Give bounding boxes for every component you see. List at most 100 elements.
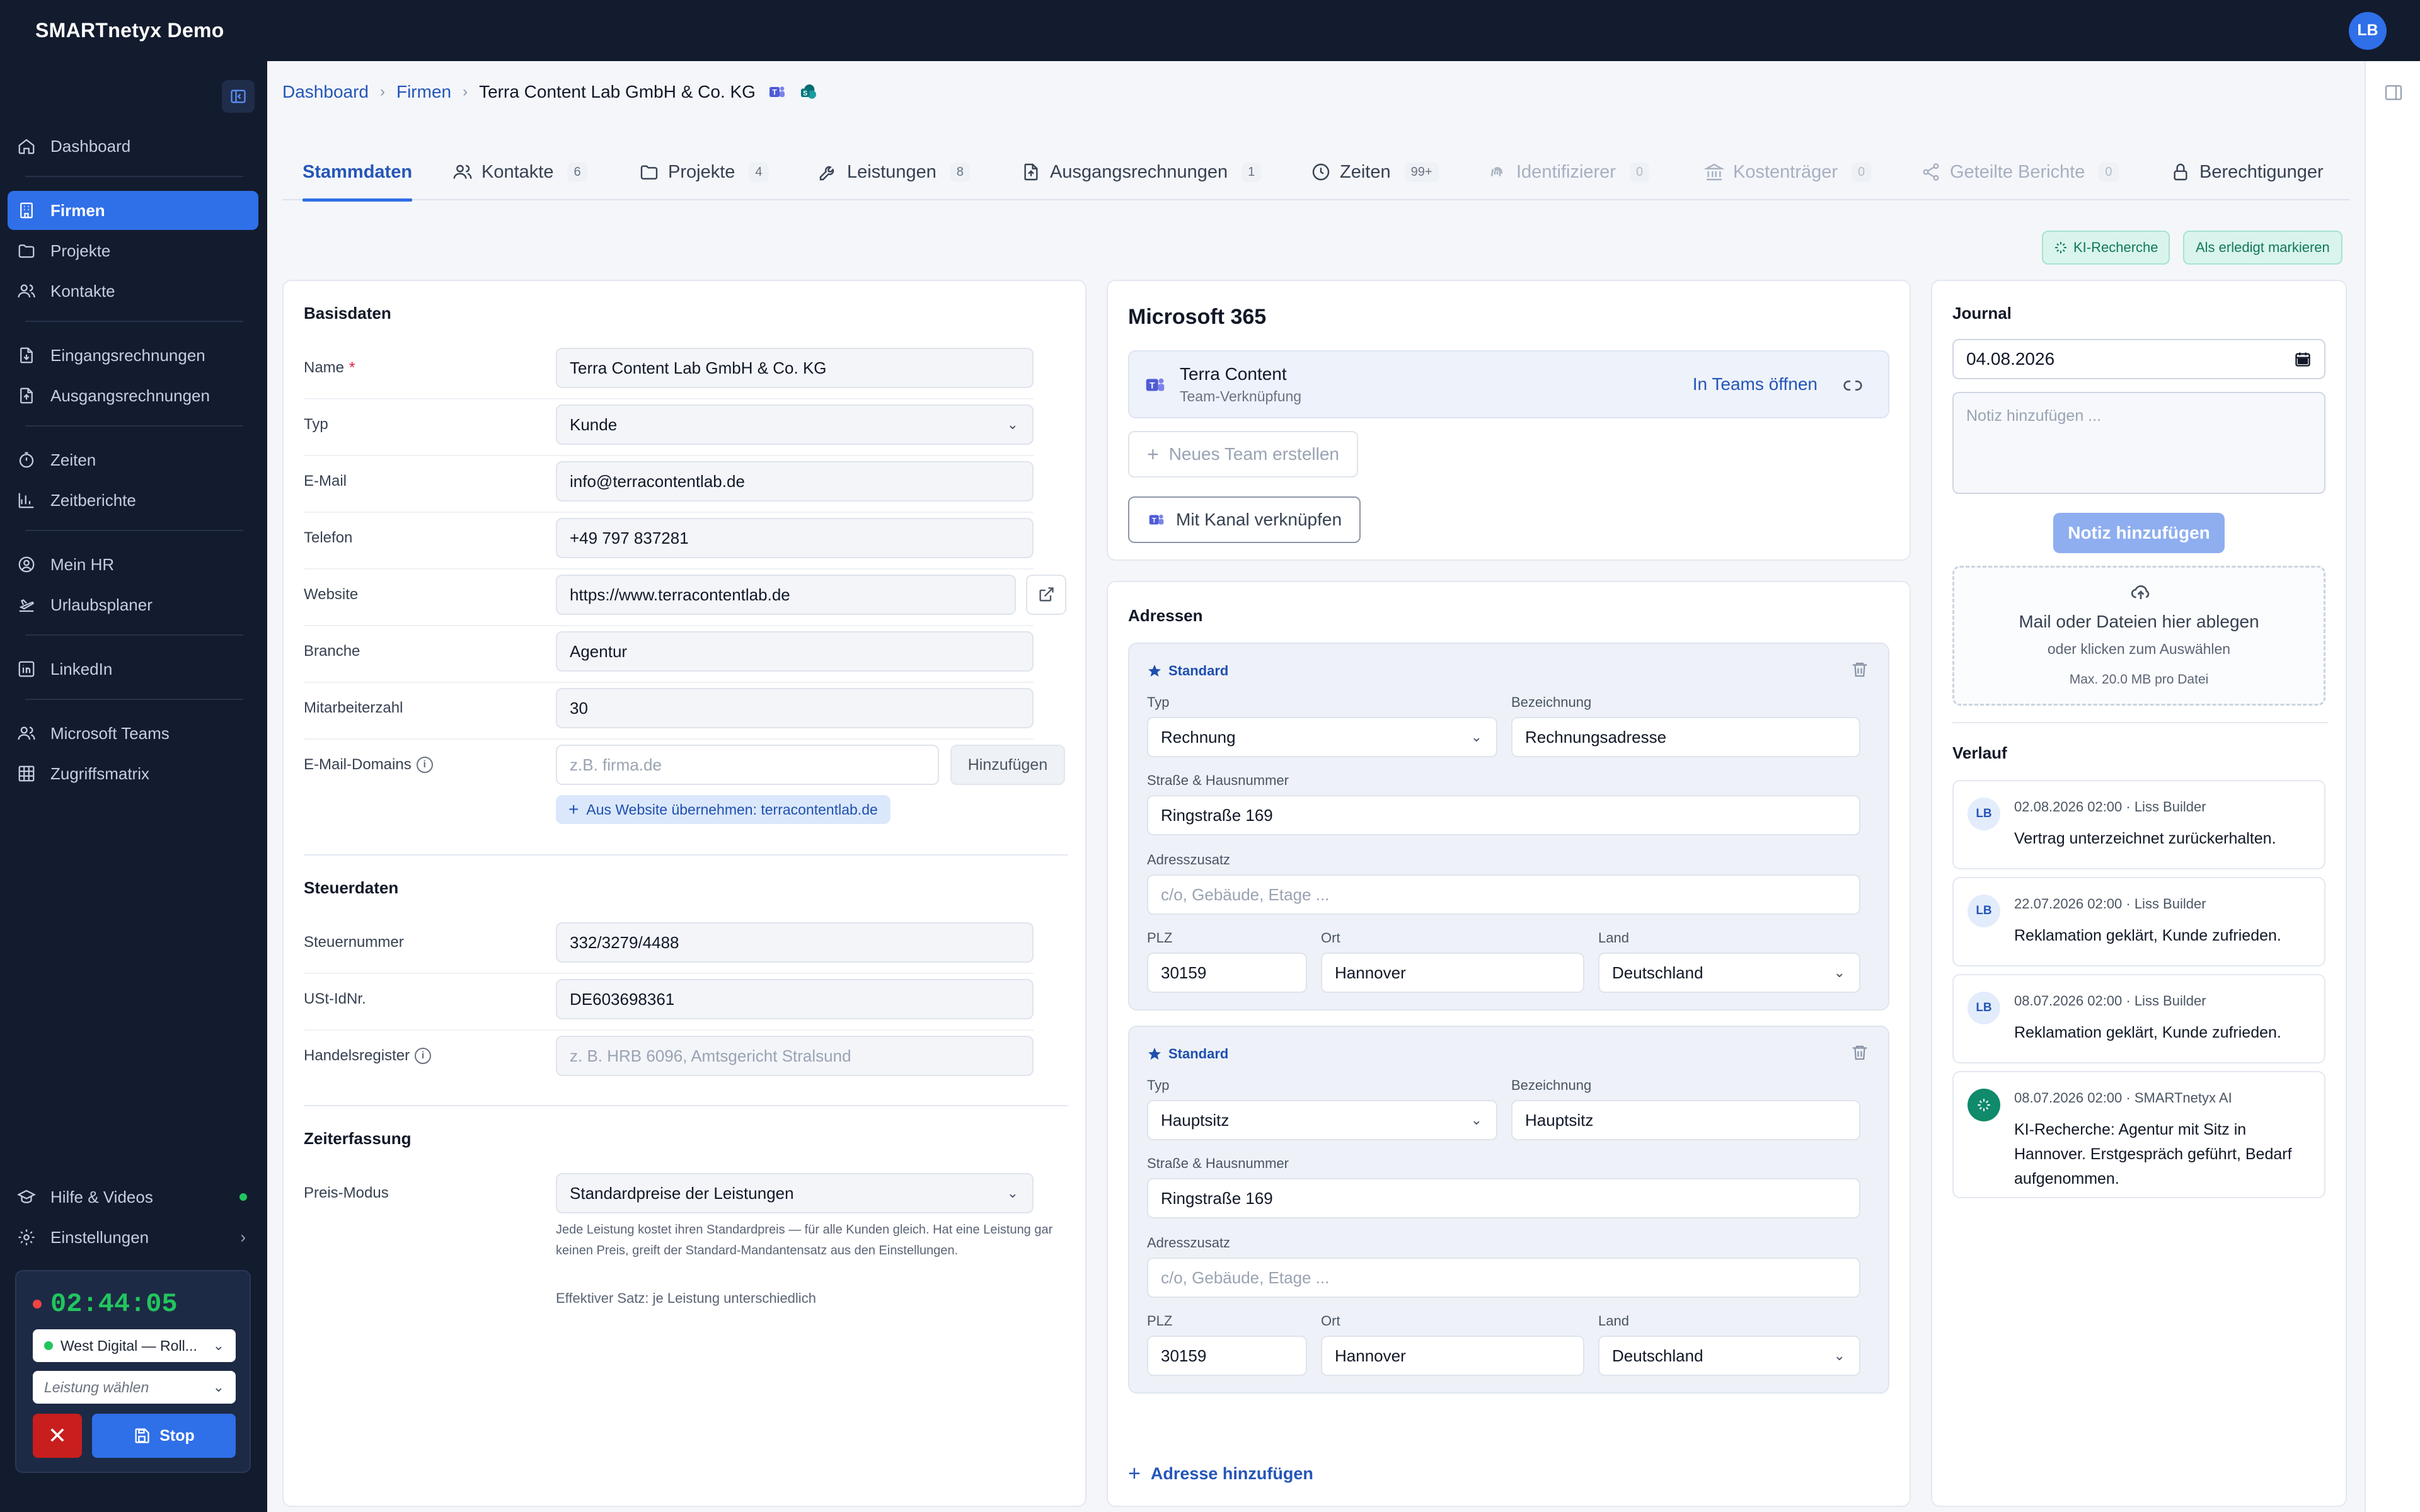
info-icon[interactable]: i: [416, 757, 433, 773]
domains-input[interactable]: z.B. firma.de: [556, 745, 939, 785]
trash-icon[interactable]: [1850, 1043, 1869, 1062]
sidebar-item-eingangsrechnungen[interactable]: Eingangsrechnungen: [8, 336, 258, 375]
chevron-right-icon: ›: [240, 1227, 246, 1247]
add-domain-button[interactable]: Hinzufügen: [950, 745, 1065, 785]
sidebar-divider: [25, 699, 243, 700]
sharepoint-icon[interactable]: S: [798, 82, 819, 102]
link-channel-button[interactable]: T Mit Kanal verknüpfen: [1128, 496, 1361, 543]
open-in-teams-link[interactable]: In Teams öffnen: [1693, 374, 1818, 394]
sidebar-item-ausgangsrechnungen[interactable]: Ausgangsrechnungen: [8, 376, 258, 415]
address-bezeichnung-field[interactable]: Rechnungsadresse: [1511, 717, 1860, 757]
tab-ausgangsrechnungen[interactable]: Ausgangsrechnungen 1: [1021, 144, 1262, 200]
file-out-icon: [1024, 163, 1038, 181]
row-divider: [304, 625, 1034, 626]
trash-icon[interactable]: [1850, 660, 1869, 679]
info-icon[interactable]: i: [415, 1048, 432, 1064]
tab-kontakte[interactable]: Kontakte 6: [452, 144, 587, 200]
mark-done-button[interactable]: Als erledigt markieren: [2183, 231, 2342, 265]
address-bez-label: Bezeichnung: [1511, 694, 1592, 710]
tab-leistungen[interactable]: Leistungen 8: [818, 144, 971, 200]
sidebar-item-kontakte[interactable]: Kontakte: [8, 272, 258, 311]
timer-project-label: West Digital — Roll...: [60, 1337, 197, 1354]
branche-field[interactable]: Agentur: [556, 631, 1034, 672]
address-typ-select[interactable]: Rechnung ⌄: [1147, 717, 1497, 757]
address-block-1: Standard Typ Rechnung ⌄ Bezeichnung Rechn…: [1128, 643, 1889, 1011]
journal-date-input[interactable]: 04.08.2026: [1952, 339, 2325, 379]
chevron-down-icon: ⌄: [1470, 729, 1482, 745]
panel-toggle-icon[interactable]: [2383, 83, 2404, 103]
address-land-select[interactable]: Deutschland ⌄: [1598, 1336, 1860, 1376]
address-ort-field[interactable]: Hannover: [1321, 1336, 1584, 1376]
sidebar-item-zeitberichte[interactable]: Zeitberichte: [8, 481, 258, 520]
timer-stop-button[interactable]: Stop: [92, 1414, 236, 1458]
file-dropzone[interactable]: Mail oder Dateien hier ablegen oder klic…: [1952, 566, 2325, 706]
link-channel-label: Mit Kanal verknüpfen: [1176, 510, 1342, 529]
telefon-field[interactable]: +49 797 837281: [556, 518, 1034, 558]
sidebar-item-urlaubsplaner[interactable]: Urlaubsplaner: [8, 585, 258, 624]
sidebar-item-mein-hr[interactable]: Mein HR: [8, 545, 258, 584]
mitarbeiter-field[interactable]: 30: [556, 688, 1034, 728]
typ-select[interactable]: Kunde ⌄: [556, 404, 1034, 445]
name-label-text: Name: [304, 359, 345, 376]
ki-research-button[interactable]: KI-Recherche: [2042, 231, 2170, 265]
standard-badge[interactable]: Standard: [1147, 1046, 1228, 1062]
address-plz-field[interactable]: 30159: [1147, 953, 1307, 993]
tab-berechtigungen[interactable]: Berechtigunger: [2170, 144, 2324, 200]
sidebar-item-linkedin[interactable]: LinkedIn: [8, 650, 258, 689]
breadcrumb-dashboard[interactable]: Dashboard: [282, 82, 369, 102]
sidebar-item-einstellungen[interactable]: Einstellungen ›: [8, 1218, 258, 1257]
sidebar-item-zeiten[interactable]: Zeiten: [8, 440, 258, 479]
add-note-button[interactable]: Notiz hinzufügen: [2053, 513, 2225, 553]
email-field[interactable]: info@terracontentlab.de: [556, 461, 1034, 501]
sidebar-item-firmen[interactable]: Firmen: [8, 191, 258, 230]
timer-icon: [19, 452, 34, 468]
standard-badge[interactable]: Standard: [1147, 663, 1228, 679]
sidebar-collapse-button[interactable]: [222, 80, 255, 113]
tab-projekte[interactable]: Projekte 4: [639, 144, 769, 200]
svg-text:T: T: [772, 88, 777, 97]
tab-zeiten[interactable]: Zeiten 99+: [1311, 144, 1439, 200]
address-ort-field[interactable]: Hannover: [1321, 953, 1584, 993]
tab-count: 6: [567, 162, 587, 182]
section-title-journal: Journal: [1952, 304, 2012, 323]
sidebar-item-dashboard[interactable]: Dashboard: [8, 127, 258, 166]
teams-icon[interactable]: T: [767, 82, 787, 102]
steuernummer-label: Steuernummer: [304, 934, 404, 951]
address-street-field[interactable]: Ringstraße 169: [1147, 795, 1860, 835]
breadcrumb-firmen[interactable]: Firmen: [396, 82, 451, 102]
sidebar-divider: [25, 321, 243, 322]
add-address-button[interactable]: + Adresse hinzufügen: [1128, 1462, 1313, 1486]
timer-service-select[interactable]: Leistung wählen ⌄: [33, 1371, 236, 1404]
steuernummer-field[interactable]: 332/3279/4488: [556, 922, 1034, 963]
address-street-field[interactable]: Ringstraße 169: [1147, 1178, 1860, 1218]
unlink-icon[interactable]: [1843, 375, 1863, 396]
sidebar-item-zugriffsmatrix[interactable]: Zugriffsmatrix: [8, 754, 258, 793]
plus-icon: +: [1128, 1462, 1141, 1486]
timer-project-select[interactable]: West Digital — Roll... ⌄: [33, 1329, 236, 1362]
address-typ-select[interactable]: Hauptsitz ⌄: [1147, 1100, 1497, 1140]
address-bezeichnung-field[interactable]: Hauptsitz: [1511, 1100, 1860, 1140]
timer-discard-button[interactable]: ✕: [33, 1414, 82, 1458]
close-icon: ✕: [47, 1423, 67, 1448]
name-field[interactable]: Terra Content Lab GmbH & Co. KG: [556, 348, 1034, 388]
take-from-website-button[interactable]: + Aus Website übernehmen: terracontentla…: [556, 795, 890, 824]
address-plz-field[interactable]: 30159: [1147, 1336, 1307, 1376]
website-field[interactable]: https://www.terracontentlab.de: [556, 575, 1016, 615]
address-zusatz-field[interactable]: c/o, Gebäude, Etage ...: [1147, 874, 1860, 915]
handelsregister-field[interactable]: z. B. HRB 6096, Amtsgericht Stralsund: [556, 1036, 1034, 1076]
journal-note-input[interactable]: Notiz hinzufügen ...: [1952, 392, 2325, 494]
preis-modus-select[interactable]: Standardpreise der Leistungen ⌄: [556, 1173, 1034, 1213]
sidebar-item-hilfe[interactable]: Hilfe & Videos: [8, 1177, 258, 1217]
sidebar-item-projekte[interactable]: Projekte: [8, 231, 258, 270]
address-zusatz-field[interactable]: c/o, Gebäude, Etage ...: [1147, 1257, 1860, 1298]
team-sub: Team-Verknüpfung: [1180, 388, 1302, 404]
tab-label: Kostenträger: [1733, 161, 1838, 182]
user-avatar[interactable]: LB: [2349, 11, 2387, 50]
new-team-button[interactable]: + Neues Team erstellen: [1128, 431, 1358, 478]
ust-field[interactable]: DE603698361: [556, 979, 1034, 1019]
tab-stammdaten[interactable]: Stammdaten: [302, 144, 413, 202]
open-website-button[interactable]: [1026, 575, 1066, 615]
sidebar-item-microsoft-teams[interactable]: Microsoft Teams: [8, 714, 258, 753]
dropzone-title: Mail oder Dateien hier ablegen: [2019, 612, 2259, 631]
address-land-select[interactable]: Deutschland ⌄: [1598, 953, 1860, 993]
